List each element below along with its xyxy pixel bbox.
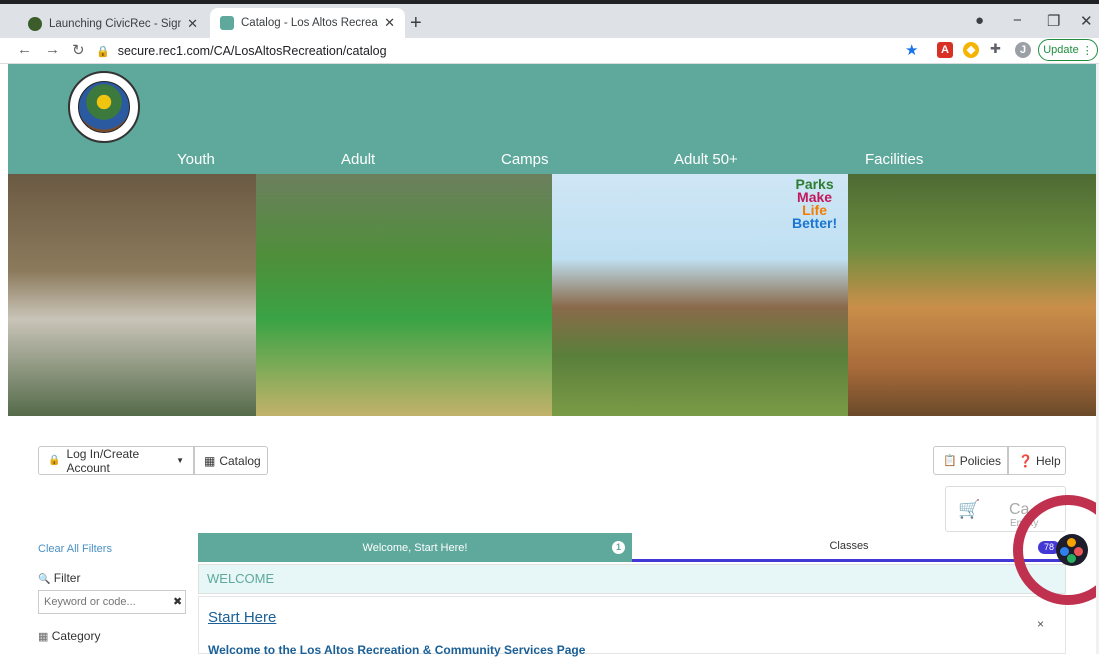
start-here-link[interactable]: Start Here: [208, 609, 276, 626]
search-icon: 🔍: [38, 574, 51, 585]
login-label: Log In/Create Account: [66, 446, 140, 475]
nav-youth[interactable]: Youth: [177, 151, 215, 168]
close-window-button[interactable]: ✕: [1080, 12, 1093, 30]
profile-avatar[interactable]: J: [1015, 42, 1031, 58]
catalog-label: Catalog: [219, 453, 261, 468]
rec1-favicon-icon: [220, 16, 234, 30]
maximize-button[interactable]: ❐: [1047, 12, 1060, 30]
minimize-button[interactable]: −: [1013, 12, 1022, 29]
policies-button[interactable]: 📋 Policies: [933, 446, 1008, 475]
browser-tab-catalog[interactable]: Catalog - Los Altos Recreation ✕: [210, 8, 405, 38]
help-icon: ❓: [1018, 453, 1033, 468]
grid-icon: ▦: [38, 631, 49, 643]
section-header: WELCOME: [198, 564, 1066, 594]
help-label: Help: [1035, 453, 1061, 468]
bookmark-star-icon[interactable]: ★: [905, 41, 918, 59]
hero-photo-seniors: [8, 174, 256, 416]
tab-close-icon[interactable]: ✕: [187, 16, 198, 32]
update-label: Update: [1043, 44, 1079, 56]
nav-camps[interactable]: Camps: [501, 151, 549, 168]
pdf-extension-icon[interactable]: A: [937, 42, 953, 58]
tab-title: Catalog - Los Altos Recreation: [241, 17, 378, 29]
civicrec-favicon-icon: [28, 17, 42, 31]
new-tab-button[interactable]: +: [410, 12, 422, 35]
nav-facilities[interactable]: Facilities: [865, 151, 923, 168]
parks-make-life-better-text: Parks Make Life Better!: [792, 176, 838, 231]
keyword-search-input[interactable]: [38, 590, 186, 614]
policies-label: Policies: [959, 453, 1002, 468]
browser-tabstrip: Launching CivicRec - Sign-Up for ✕ Catal…: [0, 0, 1099, 38]
reload-icon[interactable]: ↻: [72, 41, 85, 59]
profile-menu-icon[interactable]: ●: [975, 12, 984, 29]
nav-adult-50-plus[interactable]: Adult 50+: [674, 151, 738, 168]
close-card-icon[interactable]: ×: [1037, 617, 1044, 631]
orb-dot-icon: [1067, 538, 1076, 547]
orb-dot-icon: [1067, 554, 1076, 563]
hero-photo-kids-snake: [256, 174, 552, 416]
site-header: Youth Adult Camps Adult 50+ Facilities: [8, 64, 1096, 174]
section-title: WELCOME: [207, 571, 275, 586]
catalog-button[interactable]: ▦ Catalog: [194, 446, 268, 475]
hero-banner: Parks Make Life Better!: [8, 174, 1096, 416]
hero-photo-child-slide: [848, 174, 1096, 416]
cart-icon: 🛒: [958, 499, 981, 519]
filter-label: Filter: [53, 571, 81, 585]
tab-label: Welcome, Start Here!: [362, 541, 468, 554]
tab-count-badge: 1: [612, 541, 625, 554]
address-bar: ← → ↻ 🔒 secure.rec1.com/CA/LosAltosRecre…: [0, 38, 1099, 64]
tab-label: Classes: [829, 540, 869, 552]
update-button[interactable]: Update ⋮: [1038, 39, 1098, 61]
city-seal-logo[interactable]: [68, 71, 140, 143]
browser-tab-civicrec[interactable]: Launching CivicRec - Sign-Up for ✕: [18, 10, 208, 38]
tab-title: Launching CivicRec - Sign-Up for: [49, 18, 182, 30]
grid-icon: ▦: [204, 453, 216, 468]
lock-icon: 🔒: [96, 45, 110, 58]
seal-emblem-icon: [78, 81, 130, 133]
welcome-card: Start Here × Welcome to the Los Altos Re…: [198, 596, 1066, 657]
clear-all-filters-link[interactable]: Clear All Filters: [38, 543, 112, 555]
login-create-account-button[interactable]: 🔒 Log In/Create Account ▼: [38, 446, 194, 475]
tab-classes[interactable]: Classes: [632, 533, 1066, 562]
tab-close-icon[interactable]: ✕: [384, 15, 395, 31]
back-icon[interactable]: ←: [17, 41, 32, 58]
help-button[interactable]: ❓ Help: [1008, 446, 1066, 475]
policies-icon: 📋: [943, 455, 957, 467]
tab-welcome-start-here[interactable]: Welcome, Start Here!: [198, 533, 632, 562]
orb-dot-icon: [1074, 547, 1083, 556]
floating-assistant-icon[interactable]: [1056, 534, 1088, 566]
extensions-puzzle-icon[interactable]: ✚: [990, 41, 1001, 57]
url-text: secure.rec1.com/CA/LosAltosRecreation/ca…: [117, 44, 387, 58]
filter-heading: 🔍 Filter: [38, 571, 80, 585]
hero-photo-community-center: Parks Make Life Better!: [552, 174, 848, 416]
lock-icon: 🔒: [48, 455, 61, 466]
category-label: Category: [51, 629, 101, 643]
caret-down-icon: ▼: [176, 456, 184, 465]
color-extension-icon[interactable]: ◆: [963, 42, 979, 58]
welcome-heading: Welcome to the Los Altos Recreation & Co…: [208, 643, 586, 657]
catalog-tabs: Welcome, Start Here! 1 Classes 78: [198, 533, 1066, 562]
clear-keyword-icon[interactable]: ✖: [173, 595, 182, 608]
nav-adult[interactable]: Adult: [341, 151, 375, 168]
category-heading: ▦ Category: [38, 629, 100, 643]
forward-icon[interactable]: →: [45, 41, 60, 58]
url-field[interactable]: 🔒 secure.rec1.com/CA/LosAltosRecreation/…: [96, 40, 896, 62]
